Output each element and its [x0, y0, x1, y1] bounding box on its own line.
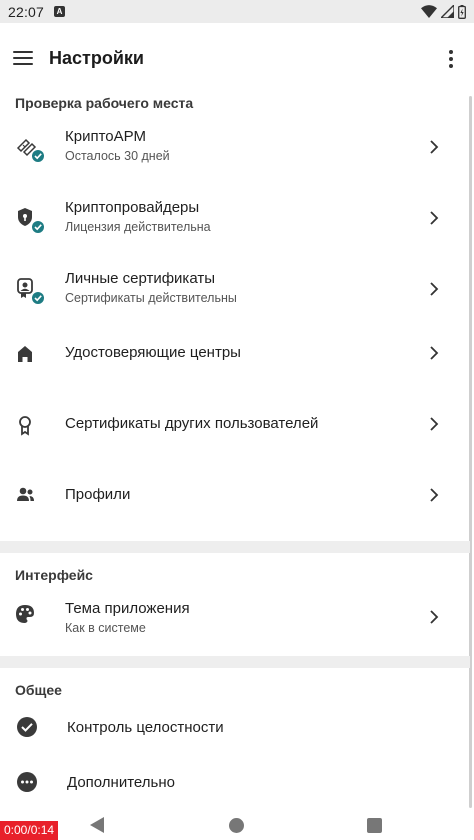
- battery-icon: [458, 4, 466, 19]
- chevron-right-icon: [430, 346, 439, 360]
- item-text: Контроль целостности: [67, 719, 224, 736]
- item-subtitle: Осталось 30 дней: [65, 149, 170, 163]
- recording-timer: 0:00/0:14: [0, 821, 59, 840]
- section-title-interface: Интерфейс: [15, 567, 93, 583]
- shield-icon: [18, 208, 44, 233]
- section-divider: [0, 656, 470, 668]
- ribbon-award-icon: [19, 416, 31, 436]
- chevron-right-icon: [430, 610, 439, 624]
- home-button-icon[interactable]: [229, 818, 244, 833]
- settings-item-certification-centers[interactable]: Удостоверяющие центры: [0, 330, 470, 378]
- settings-item-app-theme[interactable]: Тема приложения Как в системе: [0, 588, 470, 648]
- settings-item-other-users-certificates[interactable]: Сертификаты других пользователей: [0, 401, 470, 449]
- people-icon: [17, 487, 34, 501]
- item-label: Дополнительно: [67, 774, 175, 791]
- chevron-right-icon: [430, 488, 439, 502]
- item-label: Криптопровайдеры: [65, 199, 200, 216]
- item-subtitle: Как в системе: [65, 621, 146, 635]
- home-icon: [18, 346, 32, 362]
- settings-item-crypto-providers[interactable]: Криптопровайдеры Лицензия действительна: [0, 189, 470, 249]
- page-title: Настройки: [49, 48, 144, 68]
- settings-item-personal-certificates[interactable]: Личные сертификаты Сертификаты действите…: [0, 260, 470, 320]
- item-text: Криптопровайдеры Лицензия действительна: [65, 199, 211, 234]
- recent-apps-icon[interactable]: [367, 818, 382, 833]
- settings-item-advanced[interactable]: Дополнительно: [0, 758, 470, 806]
- settings-item-profiles[interactable]: Профили: [0, 472, 470, 520]
- status-icons: [421, 4, 466, 19]
- chevron-right-icon: [430, 282, 439, 296]
- more-vert-icon[interactable]: [448, 50, 454, 68]
- status-bar: 22:07 A: [0, 0, 474, 23]
- back-icon[interactable]: [90, 817, 104, 833]
- item-text: Дополнительно: [67, 774, 175, 791]
- status-time: 22:07: [8, 3, 45, 20]
- item-subtitle: Лицензия действительна: [65, 220, 211, 234]
- signal-icon: [441, 5, 454, 18]
- chevron-right-icon: [430, 211, 439, 225]
- item-label: Удостоверяющие центры: [65, 344, 241, 361]
- item-label: КриптоАРМ: [65, 128, 146, 145]
- notification-icon: A: [54, 6, 66, 17]
- check-circle-icon: [17, 717, 37, 737]
- crypto-arm-icon: [16, 138, 44, 162]
- system-navigation-bar: [0, 808, 474, 840]
- more-circle-icon: [17, 772, 37, 792]
- settings-item-crypto-arm[interactable]: КриптоАРМ Осталось 30 дней: [0, 118, 470, 178]
- personal-certificate-icon: [17, 278, 44, 304]
- settings-item-integrity-control[interactable]: Контроль целостности: [0, 703, 470, 751]
- palette-icon: [16, 605, 34, 623]
- item-label: Профили: [65, 486, 131, 503]
- item-label: Личные сертификаты: [65, 270, 215, 287]
- hamburger-menu-icon[interactable]: [12, 48, 34, 68]
- item-label: Сертификаты других пользователей: [65, 415, 319, 432]
- item-text: Удостоверяющие центры: [65, 344, 241, 361]
- section-divider: [0, 541, 470, 553]
- section-title-general: Общее: [15, 682, 62, 698]
- item-label: Контроль целостности: [67, 719, 224, 736]
- item-text: Тема приложения Как в системе: [65, 600, 190, 635]
- item-text: Личные сертификаты Сертификаты действите…: [65, 270, 237, 305]
- section-title-workplace: Проверка рабочего места: [15, 95, 194, 111]
- app-bar: Настройки: [0, 23, 474, 93]
- item-subtitle: Сертификаты действительны: [65, 291, 237, 305]
- item-label: Тема приложения: [65, 600, 190, 617]
- item-text: Сертификаты других пользователей: [65, 415, 318, 432]
- item-text: КриптоАРМ Осталось 30 дней: [65, 128, 170, 163]
- wifi-icon: [421, 5, 437, 18]
- chevron-right-icon: [430, 140, 439, 154]
- item-text: Профили: [65, 486, 130, 503]
- chevron-right-icon: [430, 417, 439, 431]
